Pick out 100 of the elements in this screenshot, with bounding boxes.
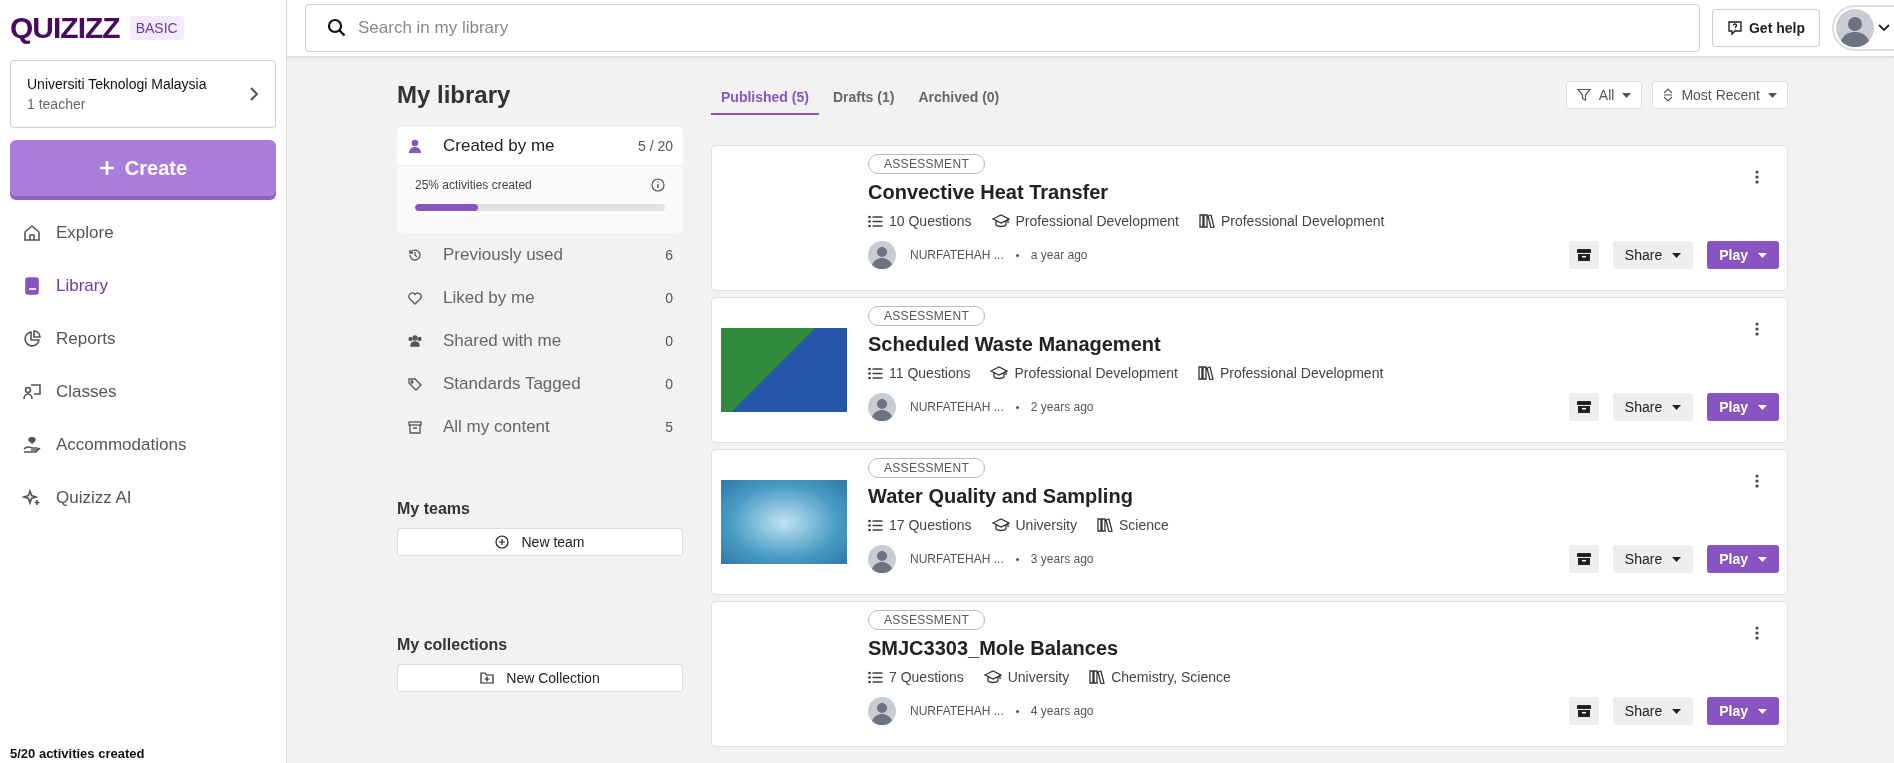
new-collection-button[interactable]: New Collection: [397, 664, 683, 692]
caret-down-icon: [1672, 252, 1682, 258]
archive-button[interactable]: [1568, 697, 1599, 725]
nav-item[interactable]: Explore: [10, 212, 276, 254]
search-field[interactable]: Search in my library: [305, 4, 1700, 52]
get-help-button[interactable]: Get help: [1712, 9, 1820, 47]
quiz-title: Water Quality and Sampling: [868, 485, 1134, 508]
library-filter-item[interactable]: Standards Tagged 0: [397, 362, 683, 405]
separator-dot: [1015, 709, 1019, 713]
nav-item[interactable]: Classes: [10, 371, 276, 413]
library-filter-item[interactable]: Shared with me 0: [397, 319, 683, 362]
graduation-cap-icon: [991, 518, 1010, 532]
question-count: 17 Questions: [889, 517, 972, 533]
library-filter-item[interactable]: All my content 5: [397, 405, 683, 448]
play-button[interactable]: Play: [1707, 697, 1779, 725]
avatar-icon: [868, 697, 896, 725]
play-button[interactable]: Play: [1707, 241, 1779, 269]
archive-button[interactable]: [1568, 545, 1599, 573]
books-icon: [1198, 214, 1215, 228]
avatar-icon: [1836, 9, 1874, 47]
hand-heart-icon: [22, 435, 42, 455]
caret-down-icon: [1758, 556, 1767, 562]
quiz-title: Scheduled Waste Management: [868, 333, 1162, 356]
tag-icon: [407, 375, 423, 392]
people-icon: [407, 332, 423, 349]
list-icon: [868, 366, 883, 380]
caret-down-icon: [1758, 252, 1767, 258]
grade-label: University: [1007, 669, 1070, 685]
caret-down-icon: [1758, 404, 1767, 410]
tab[interactable]: Published (5): [711, 85, 819, 115]
avatar-icon: [868, 545, 896, 573]
section-heading: My collections: [397, 636, 509, 654]
quiz-title: SMJC3303_Mole Balances: [868, 637, 1120, 660]
quiz-card[interactable]: ASSESSMENT Water Quality and Sampling 17 Questions University Science NURFATEHAH ... 3 years ago Share Play: [711, 449, 1788, 595]
subject-label: Science: [1118, 517, 1169, 533]
share-button[interactable]: Share: [1612, 241, 1694, 269]
sort-dropdown[interactable]: Most Recent: [1652, 81, 1788, 109]
info-icon[interactable]: [651, 178, 665, 192]
share-button[interactable]: Share: [1612, 545, 1694, 573]
caret-down-icon: [1672, 556, 1682, 562]
quiz-card[interactable]: ASSESSMENT Scheduled Waste Management 11 Questions Professional Development Professional Development NURFATEHAH ... 2 years ago Share Play: [711, 297, 1788, 443]
archive-icon: [1576, 552, 1591, 566]
history-icon: [407, 246, 423, 263]
archive-button[interactable]: [1568, 241, 1599, 269]
caret-down-icon: [1672, 708, 1682, 714]
nav-item[interactable]: Quizizz AI: [10, 477, 276, 519]
logo: QUIZIZZ: [10, 11, 120, 45]
library-filter-item[interactable]: Created by me 5 / 20: [397, 127, 683, 165]
search-icon: [327, 18, 347, 38]
nav-item[interactable]: Library: [10, 265, 276, 307]
time-label: 4 years ago: [1030, 704, 1094, 718]
plus-circle-icon: [495, 535, 510, 549]
question-count: 7 Questions: [889, 669, 964, 685]
folder-plus-icon: [480, 671, 495, 685]
tab[interactable]: Drafts (1): [822, 85, 905, 115]
progress-label: 25% activities created: [415, 178, 532, 192]
quiz-card[interactable]: ASSESSMENT Convective Heat Transfer 10 Questions Professional Development Professional Development NURFATEHAH ... a year ago Share Play: [711, 145, 1788, 291]
separator-dot: [1015, 557, 1019, 561]
pie-chart-icon: [22, 329, 42, 349]
list-icon: [868, 214, 883, 228]
plus-icon: [98, 160, 115, 176]
caret-down-icon: [1622, 92, 1632, 98]
books-icon: [1089, 670, 1106, 684]
subject-label: Professional Development: [1219, 365, 1384, 381]
book-icon: [22, 276, 42, 296]
archive-icon: [1576, 400, 1591, 414]
grade-label: Professional Development: [1015, 213, 1179, 229]
archive-icon: [1576, 704, 1591, 718]
graduation-cap-icon: [990, 366, 1009, 380]
activities-note: 5/20 activities created: [10, 746, 146, 763]
list-icon: [868, 670, 883, 684]
chevron-down-icon: [1878, 24, 1890, 32]
nav-item[interactable]: Accommodations: [10, 424, 276, 466]
grade-label: Professional Development: [1014, 365, 1178, 381]
nav-item[interactable]: Reports: [10, 318, 276, 360]
kebab-menu-icon: [1755, 170, 1759, 184]
organization-card[interactable]: Universiti Teknologi Malaysia 1 teacher: [10, 60, 276, 128]
subject-label: Professional Development: [1220, 213, 1385, 229]
avatar-icon: [868, 393, 896, 421]
quiz-card[interactable]: ASSESSMENT SMJC3303_Mole Balances 7 Questions University Chemistry, Science NURFATEHAH ... 4 years ago Share Play: [711, 601, 1788, 747]
share-button[interactable]: Share: [1612, 393, 1694, 421]
filter-dropdown[interactable]: All: [1565, 81, 1643, 109]
play-button[interactable]: Play: [1707, 393, 1779, 421]
author-name: NURFATEHAH ...: [910, 552, 1004, 566]
section-heading: My teams: [397, 500, 471, 518]
subject-label: Chemistry, Science: [1111, 669, 1231, 685]
play-button[interactable]: Play: [1707, 545, 1779, 573]
archive-icon: [407, 418, 423, 435]
new-team-button[interactable]: New team: [397, 528, 683, 556]
author-name: NURFATEHAH ...: [910, 400, 1004, 414]
library-filter-item[interactable]: Liked by me 0: [397, 276, 683, 319]
tab[interactable]: Archived (0): [908, 85, 1010, 115]
share-button[interactable]: Share: [1612, 697, 1694, 725]
library-filter-item[interactable]: Previously used 6: [397, 233, 683, 276]
profile-menu-button[interactable]: [1832, 5, 1894, 51]
author-name: NURFATEHAH ...: [910, 248, 1004, 262]
heart-icon: [407, 289, 423, 306]
avatar-icon: [868, 241, 896, 269]
classroom-icon: [22, 382, 42, 402]
archive-button[interactable]: [1568, 393, 1599, 421]
